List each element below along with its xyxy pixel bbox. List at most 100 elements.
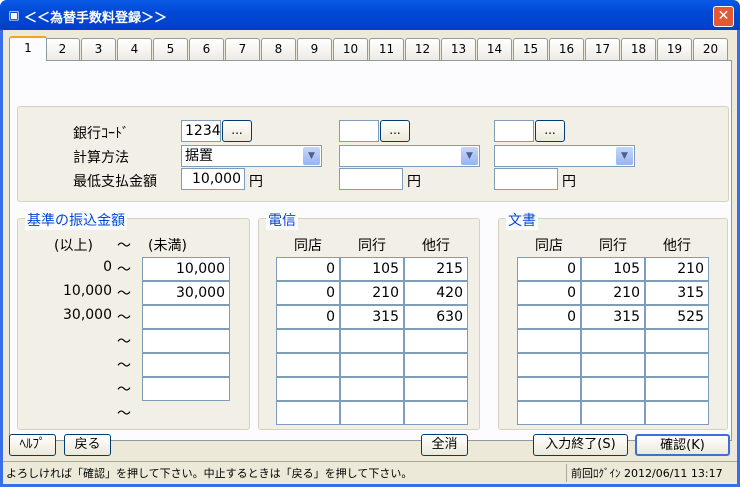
clear-all-button[interactable]: 全消 <box>421 434 468 456</box>
client-area: 1 2 3 4 5 6 7 8 9 10 11 12 13 14 15 16 17 18 19 20 銀行ｺｰﾄﾞ 計… <box>3 30 737 484</box>
document-cell-1-1[interactable]: 210 <box>581 281 645 305</box>
base-tilde-5: ～ <box>117 382 131 398</box>
base-tilde-1: ～ <box>117 286 131 302</box>
tab-page: 銀行ｺｰﾄﾞ 計算方法 最低支払金額 1234 ... 据置 ▼ 10,000 円… <box>9 60 732 441</box>
tab-18[interactable]: 18 <box>621 38 656 60</box>
tab-4[interactable]: 4 <box>117 38 152 60</box>
bank-lookup-button-2[interactable]: ... <box>380 120 410 142</box>
base-tilde-6: ～ <box>117 406 131 422</box>
chevron-down-icon[interactable]: ▼ <box>616 147 633 165</box>
base-from-2: 30,000 <box>63 307 112 323</box>
document-cell-2-1[interactable]: 315 <box>581 305 645 329</box>
telegraph-cell-3-0[interactable] <box>276 329 340 353</box>
tab-10[interactable]: 10 <box>333 38 368 60</box>
chevron-down-icon[interactable]: ▼ <box>461 147 478 165</box>
chevron-down-icon[interactable]: ▼ <box>303 147 320 165</box>
telegraph-cell-0-0[interactable]: 0 <box>276 257 340 281</box>
document-cell-5-1[interactable] <box>581 377 645 401</box>
telegraph-cell-4-0[interactable] <box>276 353 340 377</box>
min-amount-input-2[interactable] <box>339 168 403 190</box>
telegraph-cell-1-1[interactable]: 210 <box>340 281 404 305</box>
telegraph-cell-0-2[interactable]: 215 <box>404 257 468 281</box>
telegraph-cell-6-0[interactable] <box>276 401 340 425</box>
telegraph-cell-1-0[interactable]: 0 <box>276 281 340 305</box>
back-button[interactable]: 戻る <box>64 434 111 456</box>
bank-code-input-2[interactable] <box>339 120 379 142</box>
tab-12[interactable]: 12 <box>405 38 440 60</box>
document-cell-0-0[interactable]: 0 <box>517 257 581 281</box>
telegraph-cell-2-2[interactable]: 630 <box>404 305 468 329</box>
document-cell-3-0[interactable] <box>517 329 581 353</box>
tab-3[interactable]: 3 <box>81 38 116 60</box>
min-amount-input-1[interactable]: 10,000 <box>181 168 245 190</box>
document-cell-2-0[interactable]: 0 <box>517 305 581 329</box>
document-cell-3-2[interactable] <box>645 329 709 353</box>
telegraph-cell-6-2[interactable] <box>404 401 468 425</box>
tab-19[interactable]: 19 <box>657 38 692 60</box>
base-to-input-3[interactable] <box>142 329 230 353</box>
tab-17[interactable]: 17 <box>585 38 620 60</box>
document-cell-6-2[interactable] <box>645 401 709 425</box>
document-cell-3-1[interactable] <box>581 329 645 353</box>
tab-6[interactable]: 6 <box>189 38 224 60</box>
base-tilde-0: ～ <box>117 262 131 278</box>
tab-7[interactable]: 7 <box>225 38 260 60</box>
tab-16[interactable]: 16 <box>549 38 584 60</box>
tab-1[interactable]: 1 <box>9 36 47 61</box>
calc-method-select-3[interactable]: ▼ <box>494 145 635 167</box>
bank-lookup-button-3[interactable]: ... <box>535 120 565 142</box>
document-cell-5-0[interactable] <box>517 377 581 401</box>
calc-method-select-1[interactable]: 据置 ▼ <box>181 145 322 167</box>
tab-2[interactable]: 2 <box>45 38 80 60</box>
document-cell-0-2[interactable]: 210 <box>645 257 709 281</box>
document-cell-5-2[interactable] <box>645 377 709 401</box>
base-to-input-4[interactable] <box>142 353 230 377</box>
telegraph-cell-0-1[interactable]: 105 <box>340 257 404 281</box>
bank-code-input-3[interactable] <box>494 120 534 142</box>
tab-20[interactable]: 20 <box>693 38 728 60</box>
base-to-input-2[interactable] <box>142 305 230 329</box>
base-to-input-0[interactable]: 10,000 <box>142 257 230 281</box>
tab-11[interactable]: 11 <box>369 38 404 60</box>
telegraph-cell-6-1[interactable] <box>340 401 404 425</box>
document-cell-2-2[interactable]: 525 <box>645 305 709 329</box>
confirm-button[interactable]: 確認(K) <box>635 434 730 456</box>
tab-8[interactable]: 8 <box>261 38 296 60</box>
tab-9[interactable]: 9 <box>297 38 332 60</box>
base-to-input-5[interactable] <box>142 377 230 401</box>
input-end-button[interactable]: 入力終了(S) <box>533 434 628 456</box>
document-cell-6-0[interactable] <box>517 401 581 425</box>
document-cell-1-0[interactable]: 0 <box>517 281 581 305</box>
bank-lookup-button-1[interactable]: ... <box>222 120 252 142</box>
bank-code-input-1[interactable]: 1234 <box>181 120 221 142</box>
tab-5[interactable]: 5 <box>153 38 188 60</box>
telegraph-cell-1-2[interactable]: 420 <box>404 281 468 305</box>
calc-method-select-2[interactable]: ▼ <box>339 145 480 167</box>
tab-14[interactable]: 14 <box>477 38 512 60</box>
document-cell-4-0[interactable] <box>517 353 581 377</box>
document-cell-4-1[interactable] <box>581 353 645 377</box>
document-cell-4-2[interactable] <box>645 353 709 377</box>
telegraph-cell-5-2[interactable] <box>404 377 468 401</box>
base-amount-legend: 基準の振込金額 <box>25 210 127 230</box>
telegraph-cell-5-1[interactable] <box>340 377 404 401</box>
help-button[interactable]: ﾍﾙﾌﾟ <box>9 434 56 456</box>
telegraph-cell-3-1[interactable] <box>340 329 404 353</box>
document-cell-0-1[interactable]: 105 <box>581 257 645 281</box>
close-icon[interactable]: ✕ <box>713 6 734 27</box>
document-cell-1-2[interactable]: 315 <box>645 281 709 305</box>
telegraph-header-2: 他行 <box>422 238 450 254</box>
base-to-input-1[interactable]: 30,000 <box>142 281 230 305</box>
title-bar[interactable]: ▣ ＜＜為替手数料登録＞＞ ✕ <box>0 0 740 30</box>
telegraph-cell-2-1[interactable]: 315 <box>340 305 404 329</box>
document-cell-6-1[interactable] <box>581 401 645 425</box>
telegraph-cell-2-0[interactable]: 0 <box>276 305 340 329</box>
telegraph-cell-4-2[interactable] <box>404 353 468 377</box>
base-tilde-2: ～ <box>117 310 131 326</box>
tab-13[interactable]: 13 <box>441 38 476 60</box>
telegraph-cell-4-1[interactable] <box>340 353 404 377</box>
telegraph-cell-3-2[interactable] <box>404 329 468 353</box>
min-amount-input-3[interactable] <box>494 168 558 190</box>
tab-15[interactable]: 15 <box>513 38 548 60</box>
telegraph-cell-5-0[interactable] <box>276 377 340 401</box>
